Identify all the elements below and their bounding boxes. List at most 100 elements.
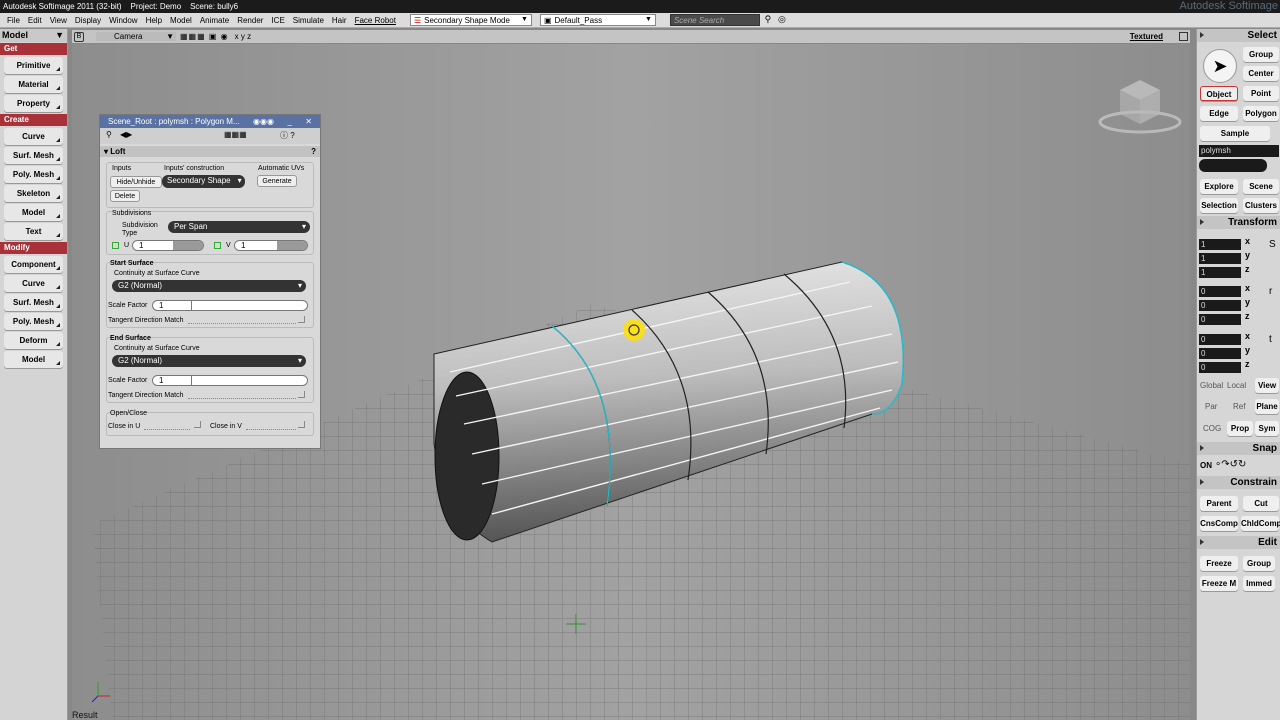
- create-surf-mesh-button[interactable]: Surf. Mesh: [4, 147, 63, 164]
- ref-toggle[interactable]: Ref: [1233, 402, 1245, 411]
- create-text-button[interactable]: Text: [4, 223, 63, 240]
- scale-z-field[interactable]: 1: [1199, 267, 1241, 278]
- generate-button[interactable]: Generate: [257, 175, 297, 187]
- point-button[interactable]: Point: [1243, 86, 1279, 101]
- view-toggle[interactable]: View: [1255, 378, 1279, 393]
- translate-x-label[interactable]: x: [1245, 331, 1250, 341]
- menu-edit[interactable]: Edit: [24, 14, 46, 27]
- menu-render[interactable]: Render: [233, 14, 267, 27]
- search-icon[interactable]: ⚲: [762, 14, 774, 26]
- camera-dropdown[interactable]: Camera ▼: [96, 32, 176, 41]
- modify-header[interactable]: Modify: [0, 242, 67, 254]
- search-options-icon[interactable]: ◎: [776, 14, 788, 26]
- polygon-button[interactable]: Polygon: [1243, 106, 1279, 121]
- u-checkbox[interactable]: [112, 242, 119, 249]
- scale-y-field[interactable]: 1: [1199, 253, 1241, 264]
- snap-on-toggle[interactable]: ON: [1200, 461, 1212, 470]
- translate-y-label[interactable]: y: [1245, 345, 1250, 355]
- scale-y-label[interactable]: y: [1245, 250, 1250, 260]
- tangent-end-checkbox[interactable]: [298, 391, 305, 398]
- back-icon[interactable]: ◀▶: [120, 130, 132, 139]
- menu-ice[interactable]: ICE: [267, 14, 288, 27]
- menu-window[interactable]: Window: [105, 14, 141, 27]
- xyz-axes[interactable]: x y z: [235, 32, 251, 41]
- translate-z-field[interactable]: 0: [1199, 362, 1241, 373]
- lock-icon[interactable]: ⚲: [106, 130, 112, 139]
- get-header[interactable]: Get: [0, 43, 67, 55]
- close-u-checkbox[interactable]: [194, 421, 201, 428]
- hide-unhide-button[interactable]: Hide/Unhide: [110, 176, 162, 188]
- translate-x-field[interactable]: 0: [1199, 334, 1241, 345]
- property-button[interactable]: Property: [4, 95, 63, 112]
- modify-deform-button[interactable]: Deform: [4, 332, 63, 349]
- tangent-start-checkbox[interactable]: [298, 316, 305, 323]
- modify-curve-button[interactable]: Curve: [4, 275, 63, 292]
- continuity-end-dropdown[interactable]: G2 (Normal): [112, 355, 306, 367]
- menu-animate[interactable]: Animate: [196, 14, 233, 27]
- rotate-icon[interactable]: r: [1269, 286, 1272, 297]
- translate-y-field[interactable]: 0: [1199, 348, 1241, 359]
- menu-display[interactable]: Display: [71, 14, 105, 27]
- cut-button[interactable]: Cut: [1243, 496, 1279, 511]
- u-slider[interactable]: 1: [132, 240, 204, 251]
- edit-header[interactable]: Edit: [1197, 536, 1280, 549]
- scale-z-label[interactable]: z: [1245, 264, 1250, 274]
- parent-button[interactable]: Parent: [1200, 496, 1238, 511]
- view-controls-icons[interactable]: ▦▦▦ ▣ ◉: [180, 32, 229, 41]
- rotate-x-label[interactable]: x: [1245, 283, 1250, 293]
- edit-group-button[interactable]: Group: [1243, 556, 1275, 571]
- create-skeleton-button[interactable]: Skeleton: [4, 185, 63, 202]
- subdivision-type-dropdown[interactable]: Per Span: [168, 221, 310, 233]
- sample-button[interactable]: Sample: [1200, 126, 1270, 141]
- clusters-button[interactable]: Clusters: [1243, 198, 1279, 213]
- local-toggle[interactable]: Local: [1227, 381, 1246, 390]
- constrain-header[interactable]: Constrain: [1197, 476, 1280, 489]
- dialog-title-bar[interactable]: Scene_Root : polymsh : Polygon M... ◉◉◉ …: [100, 115, 320, 128]
- scale-factor-start-slider[interactable]: 1: [152, 300, 308, 311]
- pass-dropdown[interactable]: ▣ Default_Pass ▼: [539, 14, 656, 26]
- primitive-button[interactable]: Primitive: [4, 57, 63, 74]
- transform-header[interactable]: Transform: [1197, 216, 1280, 229]
- cog-toggle[interactable]: COG: [1203, 424, 1221, 433]
- v-checkbox[interactable]: [214, 242, 221, 249]
- viewport-letter-icon[interactable]: B: [74, 31, 84, 42]
- rotate-z-field[interactable]: 0: [1199, 314, 1241, 325]
- plane-toggle[interactable]: Plane: [1255, 399, 1279, 414]
- material-button[interactable]: Material: [4, 76, 63, 93]
- help-icon[interactable]: ⓘ ?: [280, 130, 295, 141]
- immed-button[interactable]: Immed: [1243, 576, 1275, 591]
- object-button[interactable]: Object: [1200, 86, 1238, 101]
- snap-mode-icons[interactable]: ∘↷↺↻: [1215, 459, 1246, 470]
- scale-x-field[interactable]: 1: [1199, 239, 1241, 250]
- selection-name-field[interactable]: polymsh: [1199, 145, 1279, 157]
- menu-hair[interactable]: Hair: [328, 14, 351, 27]
- scene-button[interactable]: Scene: [1243, 179, 1279, 194]
- chldcomp-button[interactable]: ChldComp: [1241, 516, 1280, 531]
- modify-model-button[interactable]: Model: [4, 351, 63, 368]
- toolbar-selector[interactable]: Model ▼: [0, 29, 67, 42]
- scale-factor-end-slider[interactable]: 1: [152, 375, 308, 386]
- global-toggle[interactable]: Global: [1200, 381, 1223, 390]
- rotate-y-label[interactable]: y: [1245, 297, 1250, 307]
- selection-button[interactable]: Selection: [1200, 198, 1238, 213]
- loft-section-header[interactable]: ▾ Loft?: [100, 146, 320, 157]
- create-poly-mesh-button[interactable]: Poly. Mesh: [4, 166, 63, 183]
- section-help-icon[interactable]: ?: [311, 146, 316, 157]
- dialog-preset-icons[interactable]: ◉◉◉: [253, 115, 274, 128]
- construction-dropdown[interactable]: Secondary Shape: [162, 175, 245, 188]
- preset-icons[interactable]: ▦▦▦: [224, 130, 247, 139]
- menu-file[interactable]: File: [3, 14, 24, 27]
- create-header[interactable]: Create: [0, 114, 67, 126]
- select-header[interactable]: Select: [1197, 29, 1280, 42]
- par-toggle[interactable]: Par: [1205, 402, 1217, 411]
- cnscomp-button[interactable]: CnsComp: [1200, 516, 1238, 531]
- group-button[interactable]: Group: [1243, 47, 1279, 62]
- freeze-button[interactable]: Freeze: [1200, 556, 1238, 571]
- menu-model[interactable]: Model: [166, 14, 196, 27]
- rotate-z-label[interactable]: z: [1245, 311, 1250, 321]
- menu-view[interactable]: View: [46, 14, 71, 27]
- menu-simulate[interactable]: Simulate: [289, 14, 328, 27]
- menu-face-robot[interactable]: Face Robot: [351, 14, 400, 27]
- scene-search-input[interactable]: Scene Search: [669, 14, 760, 26]
- prop-toggle[interactable]: Prop: [1227, 421, 1253, 436]
